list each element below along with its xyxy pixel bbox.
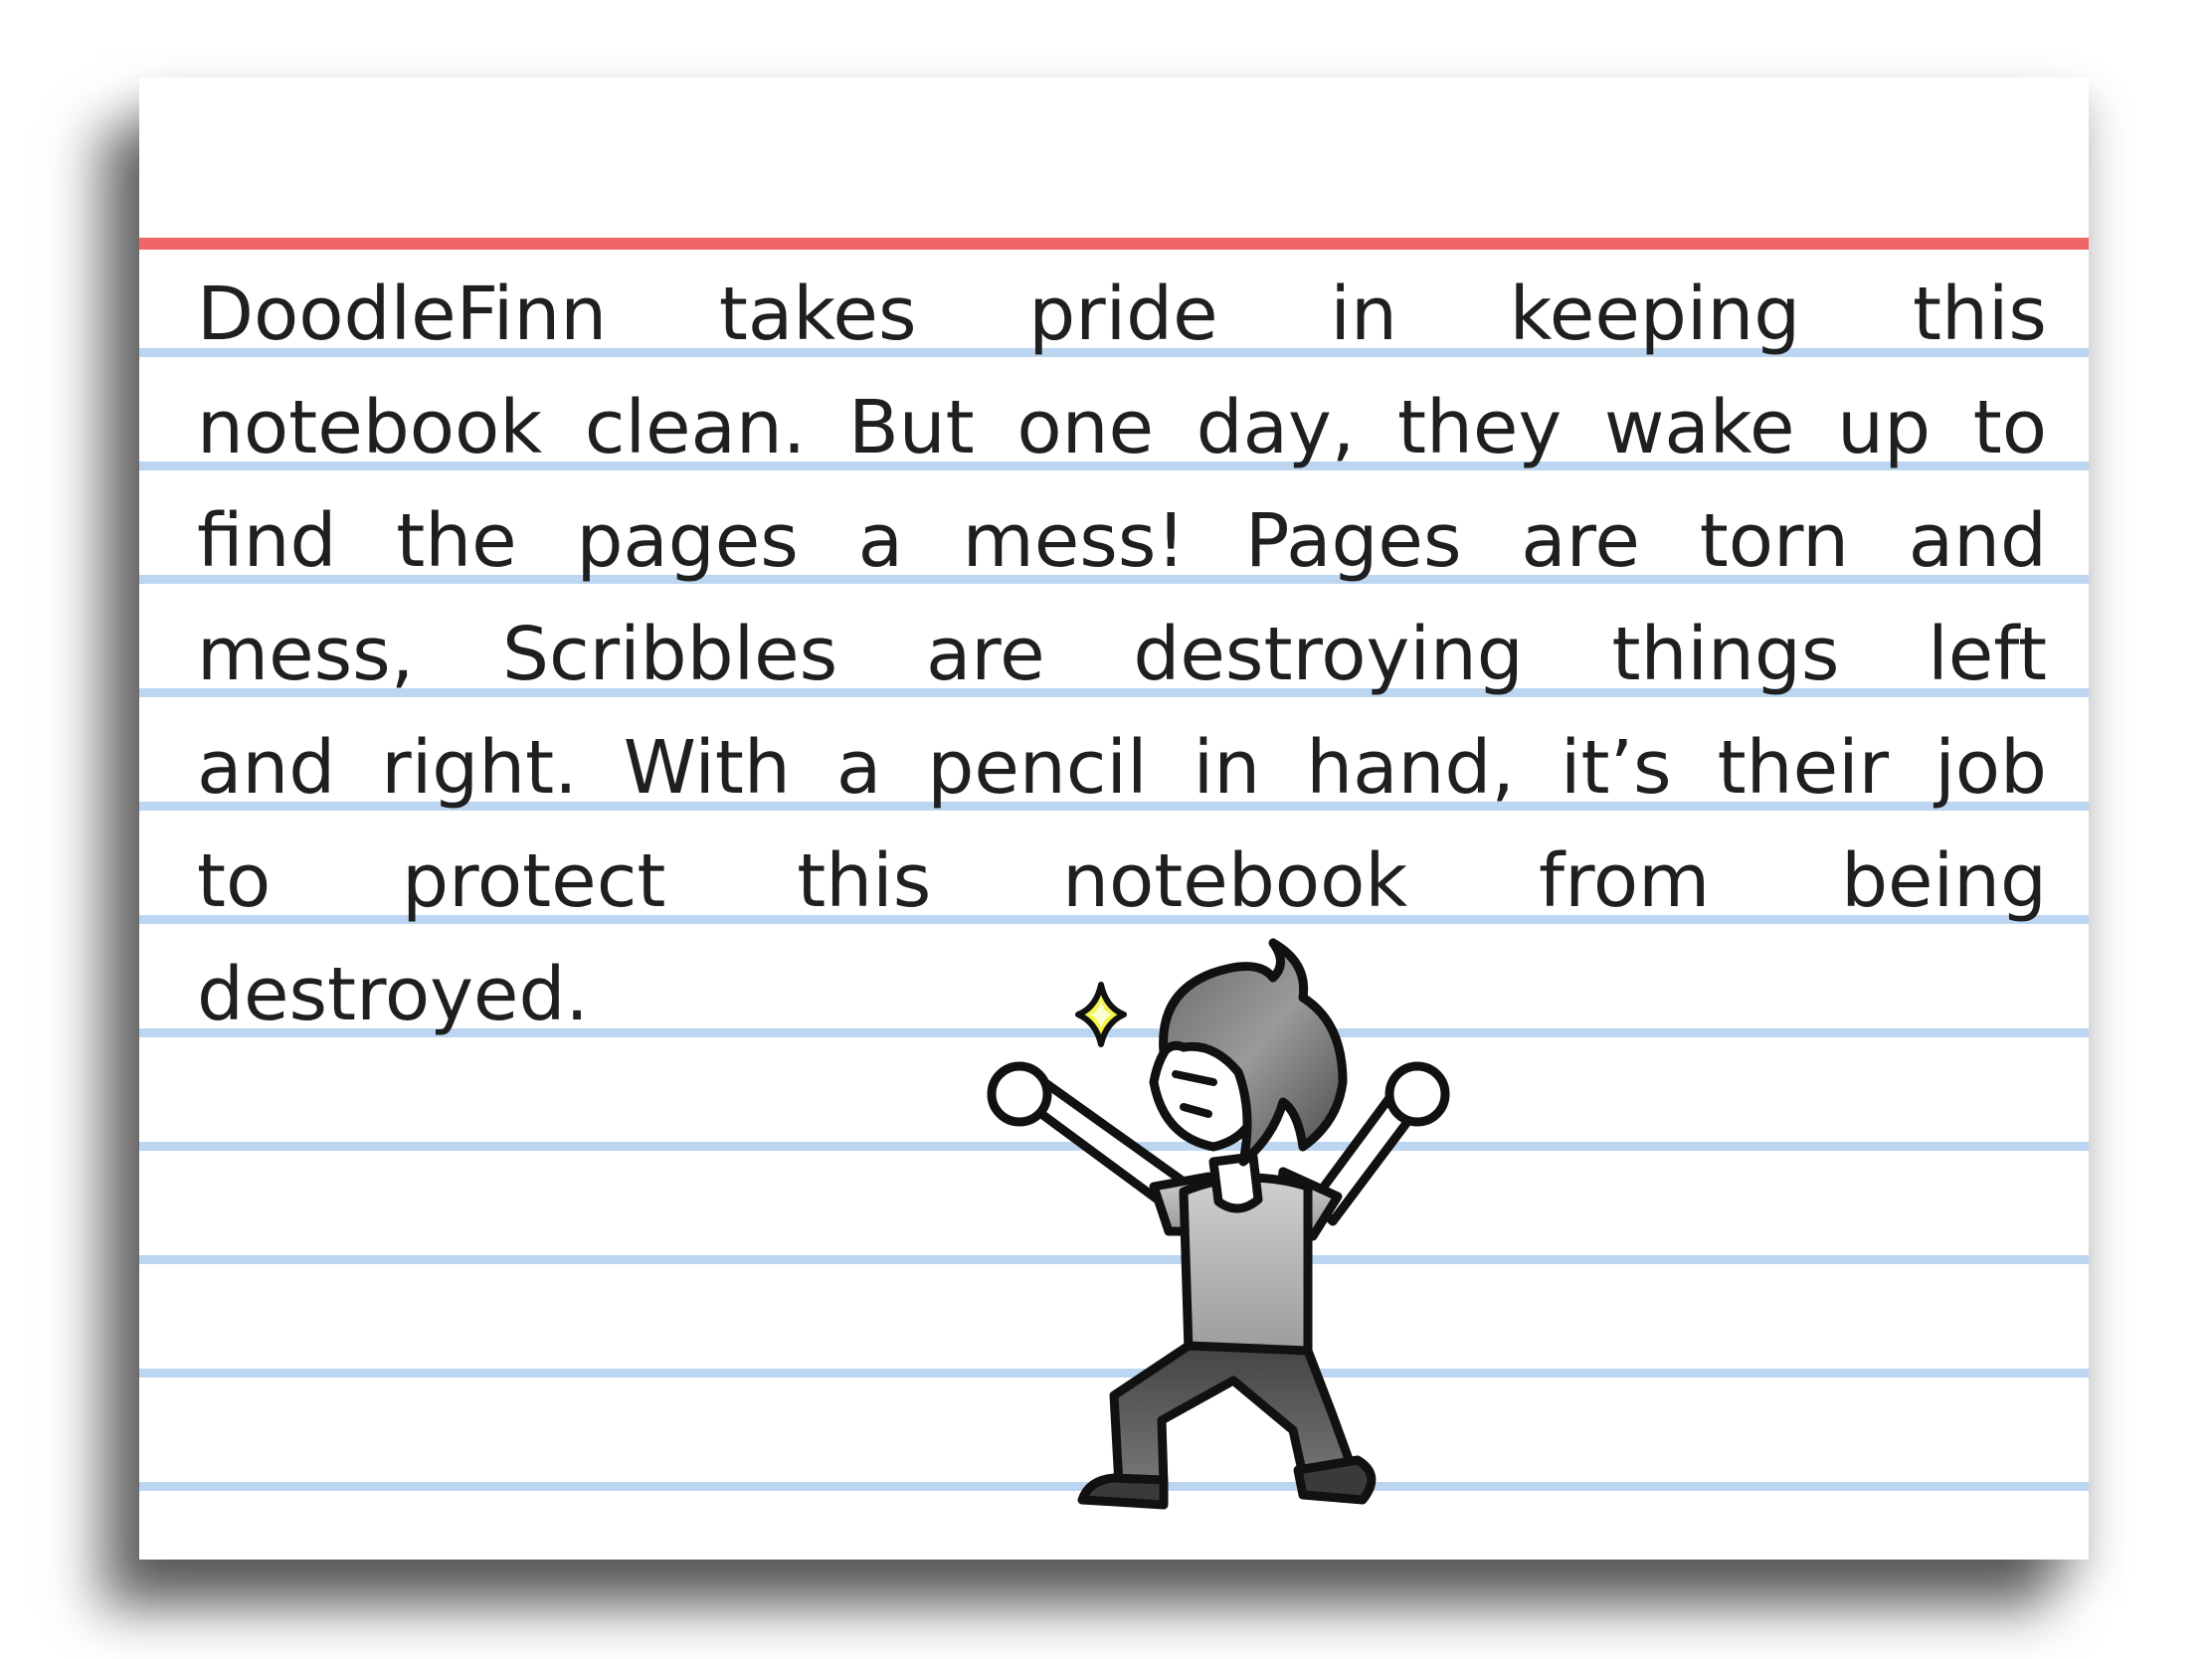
doodlefinn-cheering-icon	[987, 938, 1450, 1510]
story-line-5: and right. With a pencil in hand, it’s t…	[197, 725, 2047, 811]
story-line-3: find the pages a mess! Pages are torn an…	[197, 498, 2047, 584]
story-line-2: notebook clean. But one day, they wake u…	[197, 385, 2047, 470]
sparkle-icon	[1075, 982, 1127, 1047]
story-screen: DoodleFinn takes pride in keeping this n…	[0, 0, 2212, 1659]
story-line-4: mess, Scribbles are destroying things le…	[197, 612, 2047, 697]
notebook-page: DoodleFinn takes pride in keeping this n…	[139, 78, 2089, 1560]
story-line-1: DoodleFinn takes pride in keeping this	[197, 272, 2047, 357]
story-line-6: to protect this notebook from being	[197, 838, 2047, 924]
red-margin-line	[139, 238, 2089, 250]
